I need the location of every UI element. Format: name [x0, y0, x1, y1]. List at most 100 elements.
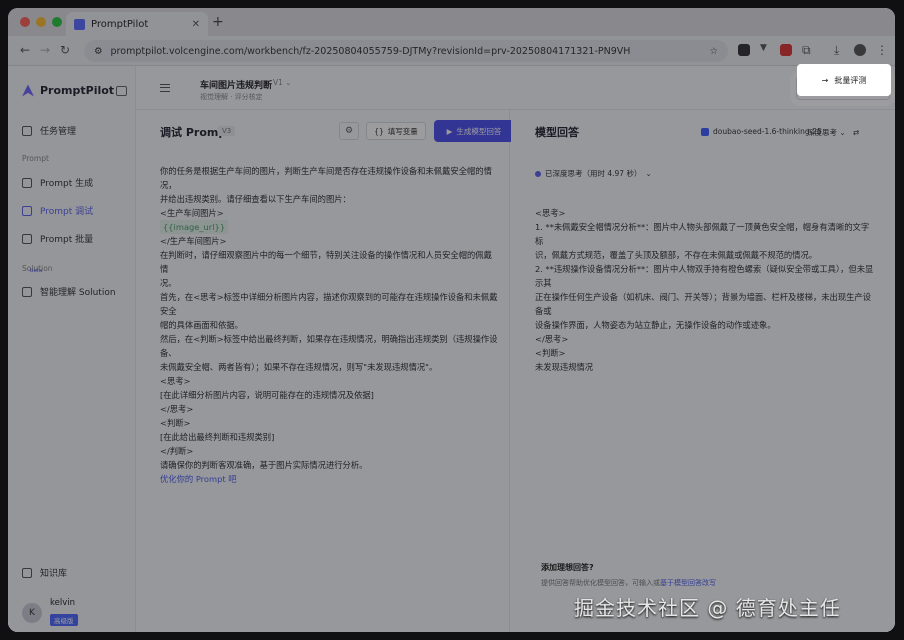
solution-icon [22, 286, 32, 297]
prompt-line: </生产车间图片> [160, 236, 227, 246]
app: PromptPilot 任务管理 Prompt Prompt 生成 Prompt… [8, 66, 895, 632]
download-icon[interactable]: ⤓ [834, 43, 839, 58]
response-line: 1. **未佩戴安全帽情况分析**：图片中人物头部佩戴了一顶黄色安全帽，帽身有清… [535, 222, 870, 246]
browser-tab[interactable]: PromptPilot ✕ [66, 12, 208, 36]
optimize-prompt-link[interactable]: 优化你的 Prompt 吧 [160, 472, 500, 486]
prompt-line: <思考> [160, 376, 191, 386]
beta-badge: beta [30, 268, 43, 274]
reload-icon[interactable]: ↻ [60, 43, 70, 57]
section-label-prompt: Prompt [22, 154, 49, 163]
brand-name: PromptPilot [40, 84, 115, 97]
prompt-line: 未佩戴安全帽、两者皆有）；如果不存在违规情况，则写"未发现违规情况"。 [160, 362, 438, 372]
site-info-icon[interactable]: ⚙ [94, 46, 103, 57]
minimize-window-button[interactable] [36, 17, 46, 27]
extension-icon[interactable] [738, 44, 750, 56]
prompt-line: </思考> [160, 404, 194, 414]
prompt-line: 然后，在<判断>标签中给出最终判断，如果存在违规情况，明确指出违规类别（违规操作… [160, 334, 498, 358]
back-arrow-icon[interactable]: ← [20, 43, 30, 57]
extensions-puzzle-icon[interactable]: ⧉ [802, 43, 811, 58]
debug-icon [22, 205, 32, 216]
fill-variables-button[interactable]: {} 填写变量 [366, 122, 426, 140]
close-tab-icon[interactable]: ✕ [192, 19, 200, 30]
forward-arrow-icon[interactable]: → [40, 43, 50, 57]
play-icon: ▶ [446, 126, 453, 136]
settings-gear-button[interactable]: ⚙ [339, 122, 359, 140]
generate-answer-button[interactable]: ▶ 生成模型回答 [434, 120, 514, 142]
prompt-line: 况。 [160, 278, 177, 288]
thinking-dot-icon [535, 170, 541, 177]
ideal-answer-title: 添加理想回答? [541, 563, 594, 572]
model-response: <思考> 1. **未佩戴安全帽情况分析**：图片中人物头部佩戴了一顶黄色安全帽… [535, 206, 875, 374]
extension-filter-icon[interactable]: ▼ [760, 43, 767, 53]
avatar: K [22, 602, 42, 623]
prompt-line: 在判断时，请仔细观察图片中的每一个细节，特别关注设备的操作情况和人员安全帽的佩戴… [160, 250, 492, 274]
profile-icon[interactable] [854, 44, 866, 56]
prompt-line: [在此详细分析图片内容，说明可能存在的违规情况及依据] [160, 390, 374, 400]
sidebar-item-solution[interactable]: 智能理解 Solution [22, 285, 116, 298]
prompt-line: [在此给出最终判断和违规类别] [160, 432, 275, 442]
braces-icon: {} [374, 126, 384, 136]
arrow-right-icon: → [821, 75, 829, 85]
sidebar-item-tasks[interactable]: 任务管理 [22, 124, 76, 137]
collapse-sidebar-icon[interactable] [116, 86, 127, 96]
browser-window: PromptPilot ✕ + ← → ↻ ⚙ promptpilot.volc… [8, 8, 895, 632]
page-header: 车间图片违规判断 V1 ⌄ 视觉理解 · 评分核定 → 批量评测 [136, 66, 895, 110]
zoom-window-button[interactable] [52, 17, 62, 27]
menu-icon[interactable] [160, 84, 170, 92]
extension-red-icon[interactable] [780, 44, 792, 56]
prompt-line: <判断> [160, 418, 191, 428]
sidebar-item-label: 任务管理 [40, 127, 77, 137]
generate-answer-label: 生成模型回答 [456, 126, 502, 136]
close-window-button[interactable] [20, 17, 30, 27]
brand: PromptPilot [22, 84, 114, 97]
prompt-line: </判断> [160, 446, 194, 456]
response-line: 正在操作任何生产设备（如机床、阀门、开关等）；背景为墙面、栏杆及楼梯，未出现生产… [535, 292, 872, 316]
response-line: 设备操作界面，人物姿态为站立静止，无操作设备的动作或迹象。 [535, 320, 776, 330]
variable-chip[interactable]: {{image_url}} [160, 220, 229, 234]
plan-badge: 高级版 [50, 614, 78, 626]
user-profile[interactable]: K kelvin 高级版 [22, 598, 78, 627]
sidebar-item-prompt-debug[interactable]: Prompt 调试 [22, 204, 93, 217]
answer-panel: 模型回答 doubao-seed-1.6-thinking-25... 深度思考… [511, 110, 895, 632]
browser-menu-icon[interactable]: ⋮ [876, 43, 888, 57]
response-line: <判断> [535, 348, 566, 358]
promptpilot-favicon-icon [74, 18, 85, 30]
version-label: V1 [273, 78, 283, 87]
thinking-mode-label: 深度思考 [807, 128, 837, 137]
thinking-mode-select[interactable]: 深度思考 ⌄ ⇄ [807, 127, 859, 138]
thinking-status[interactable]: 已深度思考（用时 4.97 秒） ⌄ [535, 168, 652, 179]
bookmark-star-icon[interactable]: ☆ [709, 46, 718, 57]
prompt-line: 并给出违规类别。请仔细查看以下生产车间的图片： [160, 194, 351, 204]
thinking-status-label: 已深度思考（用时 4.97 秒） [545, 169, 642, 178]
batch-icon [22, 233, 32, 244]
prompt-line: 帽的具体画面和依据。 [160, 320, 243, 330]
sidebar-item-prompt-generate[interactable]: Prompt 生成 [22, 176, 93, 189]
sidebar-item-knowledge[interactable]: 知识库 [22, 566, 67, 579]
url-bar[interactable]: ⚙ promptpilot.volcengine.com/workbench/f… [84, 40, 728, 62]
prompt-version-tag: V3 [218, 126, 236, 136]
sidebar-item-label: 智能理解 Solution [40, 288, 116, 298]
briefcase-icon [22, 125, 32, 136]
batch-evaluate-spotlight-button[interactable]: → 批量评测 [797, 64, 891, 96]
prompt-editor[interactable]: 你的任务是根据生产车间的图片，判断生产车间是否存在违规操作设备和未佩戴安全帽的情… [160, 164, 500, 486]
tab-title: PromptPilot [91, 18, 149, 30]
sidebar: PromptPilot 任务管理 Prompt Prompt 生成 Prompt… [8, 66, 136, 632]
rewrite-answer-link[interactable]: 基于模型回答改写 [660, 579, 716, 587]
sidebar-item-prompt-batch[interactable]: Prompt 批量 [22, 232, 93, 245]
response-line: 未发现违规情况 [535, 362, 594, 372]
fill-variables-label: 填写变量 [387, 126, 418, 136]
model-icon [701, 127, 709, 136]
url-text: promptpilot.volcengine.com/workbench/fz-… [110, 45, 631, 57]
response-line: <思考> [535, 208, 566, 218]
prompt-line: 你的任务是根据生产车间的图片，判断生产车间是否存在违规操作设备和未佩戴安全帽的情… [160, 166, 492, 190]
response-line: 识，佩戴方式规范，覆盖了头顶及额部，不存在未佩戴或佩戴不规范的情况。 [535, 250, 818, 260]
version-select[interactable]: V1 ⌄ [273, 78, 292, 87]
ideal-answer-hint: 提供回答帮助优化模型回答，可输入或基于模型回答改写 [541, 578, 716, 588]
sidebar-item-label: Prompt 生成 [40, 179, 94, 189]
tab-bar: PromptPilot ✕ + [8, 8, 895, 36]
promptpilot-logo-icon [22, 84, 34, 97]
address-toolbar: ← → ↻ ⚙ promptpilot.volcengine.com/workb… [8, 36, 895, 66]
sidebar-item-label: 知识库 [40, 569, 68, 579]
sidebar-item-label: Prompt 批量 [40, 235, 94, 245]
new-tab-button[interactable]: + [212, 14, 224, 30]
